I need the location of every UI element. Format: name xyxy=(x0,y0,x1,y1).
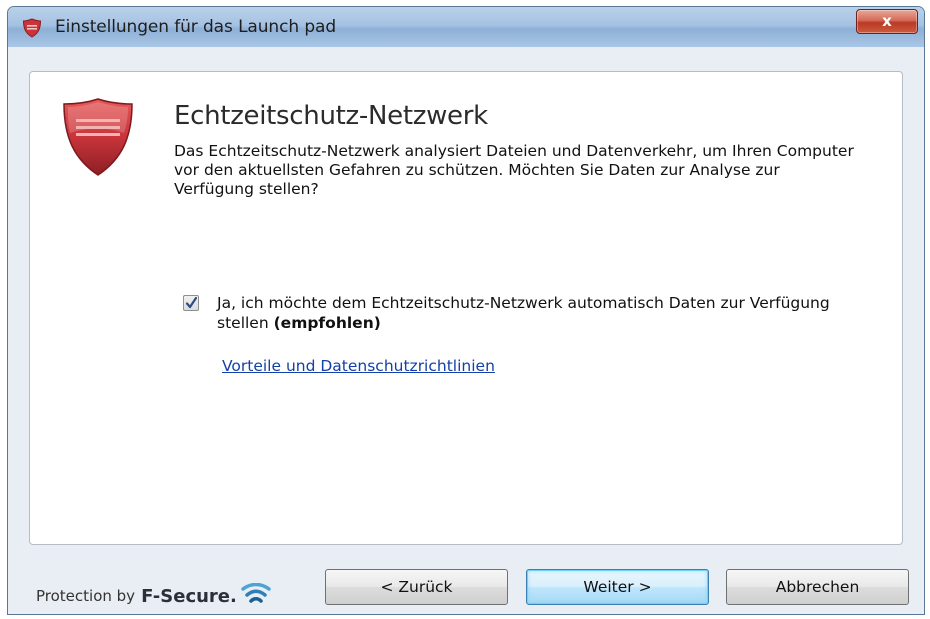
close-icon: x xyxy=(882,12,892,30)
checkmark-icon xyxy=(185,296,198,309)
shield-logo-icon xyxy=(58,97,138,177)
privacy-policy-link[interactable]: Vorteile und Datenschutzrichtlinien xyxy=(222,357,495,375)
brand-logo: Protection by F-Secure. xyxy=(36,582,271,610)
brand-name: F-Secure. xyxy=(141,585,237,607)
window-title: Einstellungen für das Launch pad xyxy=(55,17,337,37)
close-button[interactable]: x xyxy=(856,9,918,34)
brand-prefix: Protection by xyxy=(36,587,136,605)
description-text: Das Echtzeitschutz-Netzwerk analysiert D… xyxy=(174,142,854,198)
consent-label-recommended: (empfohlen) xyxy=(273,314,381,332)
back-button[interactable]: < Zurück xyxy=(325,569,508,605)
title-bar[interactable]: Einstellungen für das Launch pad x xyxy=(8,7,924,47)
page-title: Echtzeitschutz-Netzwerk xyxy=(174,101,488,131)
consent-checkbox[interactable] xyxy=(183,295,199,311)
f-secure-logo-icon xyxy=(241,583,271,603)
consent-label[interactable]: Ja, ich möchte dem Echtzeitschutz-Netzwe… xyxy=(217,293,837,333)
shield-icon xyxy=(22,18,42,38)
next-button[interactable]: Weiter > xyxy=(526,569,709,605)
cancel-button[interactable]: Abbrechen xyxy=(726,569,909,605)
